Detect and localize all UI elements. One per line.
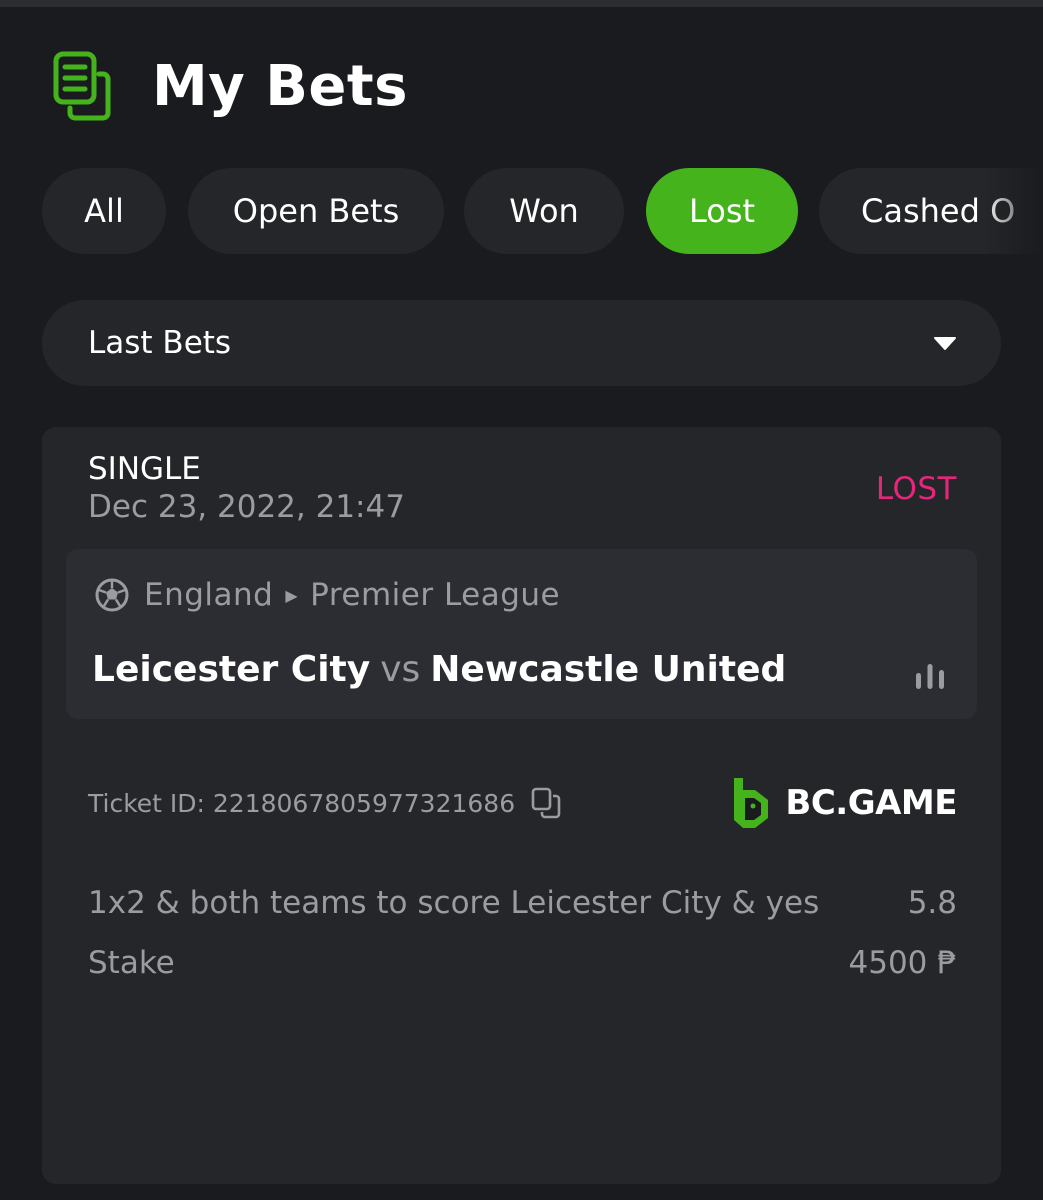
period-select-value: Last Bets	[88, 325, 232, 361]
bc-game-logo-icon	[734, 778, 769, 828]
page-header: My Bets	[52, 48, 408, 124]
away-team: Newcastle United	[430, 649, 787, 690]
tab-all[interactable]: All	[42, 168, 166, 254]
ticket-id-text: Ticket ID: 2218067805977321686	[88, 788, 516, 818]
stake-label: Stake	[88, 945, 175, 981]
page-title: My Bets	[152, 53, 408, 119]
chevron-right-icon: ▶	[285, 585, 299, 605]
tab-lost[interactable]: Lost	[646, 168, 798, 254]
stake-value: 4500 ₱	[848, 945, 957, 981]
copy-icon[interactable]	[531, 787, 561, 819]
bet-filter-tabs: All Open Bets Won Lost Cashed O	[42, 168, 1043, 254]
league-country: England	[144, 577, 274, 613]
ticket-id: Ticket ID: 2218067805977321686	[88, 783, 561, 823]
status-badge: LOST	[875, 471, 957, 507]
chevron-down-icon	[934, 337, 956, 350]
bet-type: SINGLE	[88, 451, 201, 487]
top-bar	[0, 0, 1043, 7]
soccer-ball-icon	[95, 578, 129, 612]
stake-row: Stake 4500 ₱	[88, 941, 957, 985]
selection-row: 1x2 & both teams to score Leicester City…	[88, 881, 957, 925]
tab-won[interactable]: Won	[464, 168, 624, 254]
tab-open-bets[interactable]: Open Bets	[188, 168, 444, 254]
selection-label: 1x2 & both teams to score Leicester City…	[88, 885, 820, 921]
period-select[interactable]: Last Bets	[42, 300, 1001, 386]
stats-icon[interactable]	[913, 659, 947, 693]
bets-list-icon	[53, 51, 111, 121]
league-breadcrumb: England ▶ Premier League	[94, 575, 560, 615]
bet-date: Dec 23, 2022, 21:47	[88, 489, 405, 525]
league-name: Premier League	[310, 577, 561, 613]
vs-label: vs	[380, 649, 421, 690]
home-team: Leicester City	[92, 649, 371, 690]
bet-card[interactable]: SINGLE Dec 23, 2022, 21:47 LOST England …	[42, 427, 1001, 1184]
brand-name: BC.GAME	[785, 783, 957, 823]
odds-value: 5.8	[907, 885, 957, 921]
matchup: Leicester City vs Newcastle United	[92, 649, 786, 690]
event-block[interactable]: England ▶ Premier League Leicester City v…	[66, 549, 977, 719]
brand-logo: BC.GAME	[731, 775, 957, 831]
tabs-fade	[983, 168, 1043, 254]
